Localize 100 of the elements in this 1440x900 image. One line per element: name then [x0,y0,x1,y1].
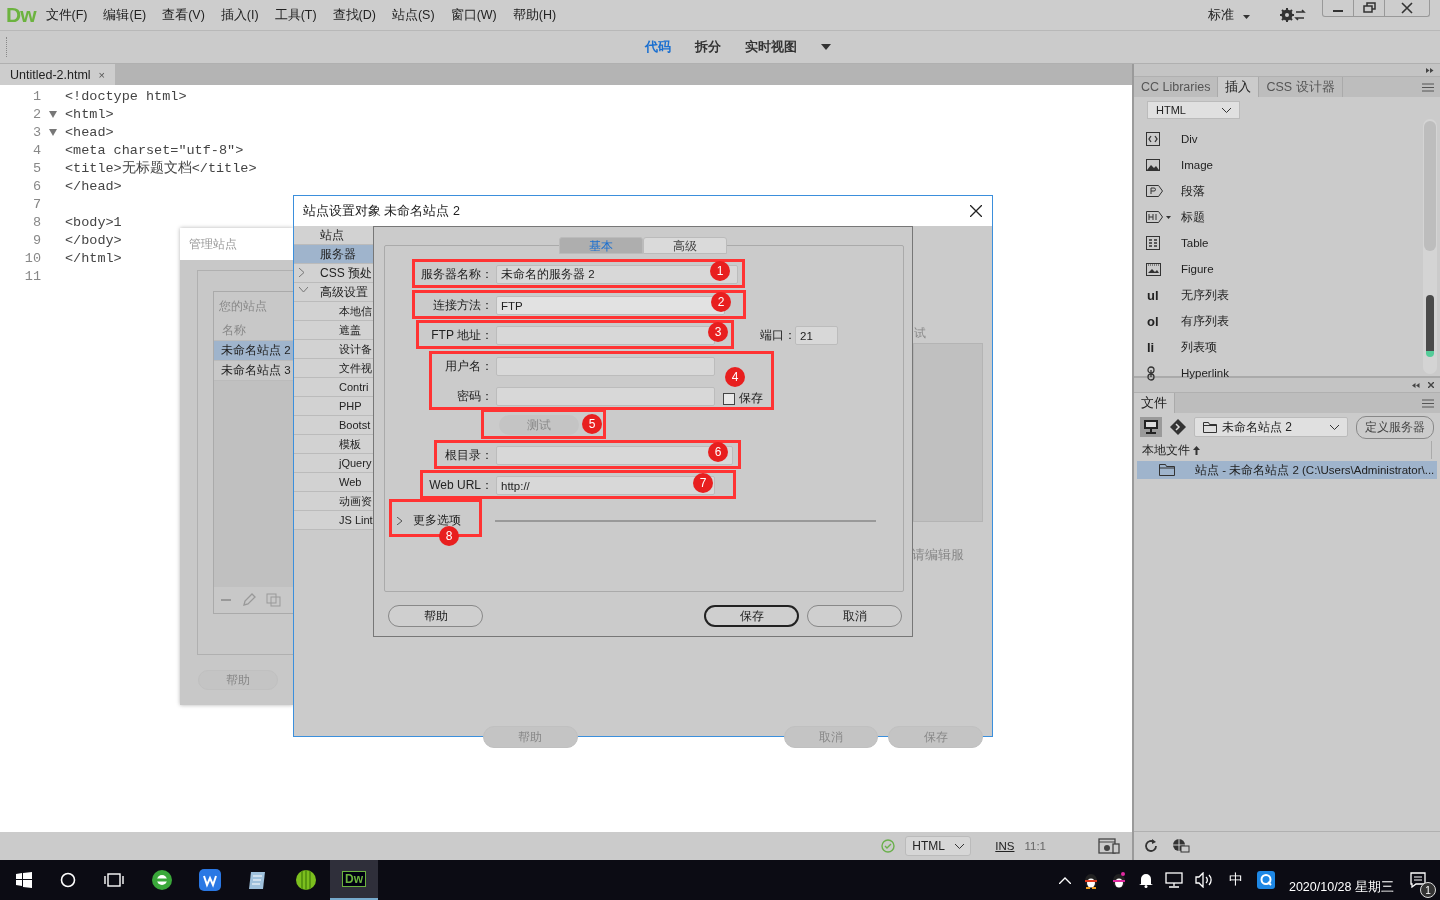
chevron-down-icon[interactable] [1222,107,1231,113]
globe-chat-icon[interactable] [1172,838,1190,854]
caret-icon[interactable] [821,44,831,50]
site-list-item[interactable]: 未命名站点 2 [214,341,293,361]
dialog-title: 管理站点 [180,228,293,260]
windows-start-icon[interactable] [16,872,32,888]
insert-item[interactable]: Div [1146,126,1229,152]
panel-tab[interactable]: CSS 设计器 [1259,77,1343,97]
menu-item[interactable]: 插入(I) [220,6,259,24]
settings-icon[interactable] [1280,8,1306,22]
refresh-icon[interactable] [1144,839,1158,853]
app-logo: Dw [6,3,36,27]
insert-item[interactable]: Figure [1146,256,1229,282]
network-icon[interactable] [1164,872,1183,888]
site-dropdown[interactable]: 未命名站点 2 [1194,417,1348,437]
category-dropdown[interactable]: HTML [1147,101,1240,119]
menu-item[interactable]: 查找(D) [332,6,376,24]
panel-tab[interactable]: 插入 [1218,77,1260,97]
close-icon[interactable] [970,205,982,217]
computer-icon[interactable] [1140,417,1162,437]
document-tab[interactable]: Untitled-2.html × [0,64,116,85]
penguin-icon[interactable] [1110,871,1127,889]
sort-up-icon[interactable] [1193,445,1200,455]
chevron-up-icon[interactable] [1058,876,1071,884]
close-tab-icon[interactable]: × [98,68,106,81]
menu-item[interactable]: 文件(F) [45,6,88,24]
dialog-button[interactable]: 保存 [704,605,799,627]
task-view-icon[interactable] [104,872,124,888]
notification-icon[interactable] [1410,872,1426,888]
diamond-icon[interactable] [1170,419,1186,435]
code-text: <head> [65,124,114,140]
fold-icon[interactable] [49,110,57,118]
file-row[interactable]: 站点 - 未命名站点 2 (C:\Users\Administrator\... [1137,461,1437,479]
annotation-number: 4 [725,367,745,387]
code-brackets-icon [1146,132,1160,146]
view-tab[interactable]: 实时视图 [745,38,797,56]
menu-item[interactable]: 站点(S) [391,6,435,24]
chevron-down-icon[interactable] [955,843,965,849]
panel-menu-icon[interactable] [1422,398,1434,408]
writer-icon[interactable] [199,869,221,891]
insert-item[interactable]: 段落 [1146,178,1229,204]
insert-item[interactable]: Hyperlink [1146,360,1229,386]
volume-icon[interactable] [1194,872,1215,888]
input-field[interactable] [496,326,715,345]
view-tab[interactable]: 拆分 [695,38,721,56]
browser-icon[interactable] [151,869,173,891]
input-method[interactable]: 中 [1228,871,1243,889]
more-options-toggle[interactable]: 更多选项 [413,512,461,529]
search-icon[interactable] [60,872,76,888]
menu-item[interactable]: 帮助(H) [512,6,557,24]
taskbar-app[interactable]: Dw [330,860,378,900]
panel-tab[interactable]: 文件 [1134,393,1175,413]
line-number: 2 [31,106,41,122]
penguin-icon[interactable] [1082,871,1099,889]
folder-icon [1203,421,1217,433]
input-field[interactable] [496,446,733,465]
nav-item[interactable]: 服务器 [294,245,374,264]
input-field[interactable]: 21 [795,326,838,345]
clock-date[interactable]: 2020/10/28 星期三 [1288,864,1394,896]
menu-item[interactable]: 工具(T) [274,6,317,24]
q-app-icon[interactable] [1256,871,1275,889]
bell-icon[interactable] [1138,872,1153,888]
field-label: Web URL： [428,477,493,494]
chevron-right-icon[interactable] [397,516,403,525]
image-icon [1146,159,1160,171]
chevron-down-icon[interactable] [1330,424,1339,430]
define-server-button[interactable]: 定义服务器 [1356,415,1434,439]
caret-icon[interactable] [1243,14,1250,19]
menu-item[interactable]: 窗口(W) [450,6,497,24]
menu-item[interactable]: 查看(V) [162,6,205,24]
menu-item[interactable]: 编辑(E) [103,6,147,24]
striped-ball-icon[interactable] [295,869,317,891]
code-text: </body> [65,232,122,248]
collapse-icon[interactable] [1412,382,1420,388]
device-preview-icon[interactable] [1098,838,1120,854]
input-field[interactable] [496,387,715,406]
insert-item[interactable]: li 列表项 [1146,334,1229,360]
close-panel-icon[interactable] [1428,382,1434,388]
dialog-button[interactable]: 帮助 [388,605,483,627]
expand-icon[interactable] [1426,67,1434,73]
insert-item[interactable]: ol 有序列表 [1146,308,1229,334]
chevron-right-icon[interactable] [299,268,305,277]
insert-item[interactable]: ul 无序列表 [1146,282,1229,308]
field-label: 密码： [456,388,493,405]
save-checkbox[interactable]: 保存 [723,390,763,407]
scrollbar[interactable] [1423,119,1437,374]
tag-label: ol [1147,313,1159,329]
dialog-button[interactable]: 取消 [807,605,902,627]
insert-item[interactable]: Table [1146,230,1229,256]
column-header[interactable]: 本地文件 [1142,441,1190,459]
insert-item[interactable]: 标题 [1146,204,1229,230]
language-dropdown[interactable]: HTML [905,836,972,856]
fold-icon[interactable] [49,128,57,136]
panel-menu-icon[interactable] [1422,82,1434,92]
insert-item[interactable]: Image [1146,152,1229,178]
workspace-dropdown[interactable]: 标准 [1207,6,1250,24]
dialog-tab[interactable]: 高级 [643,237,727,254]
field-label: 连接方法： [432,297,493,314]
input-field[interactable] [496,357,715,376]
insert-mode[interactable]: INS [995,840,1015,852]
